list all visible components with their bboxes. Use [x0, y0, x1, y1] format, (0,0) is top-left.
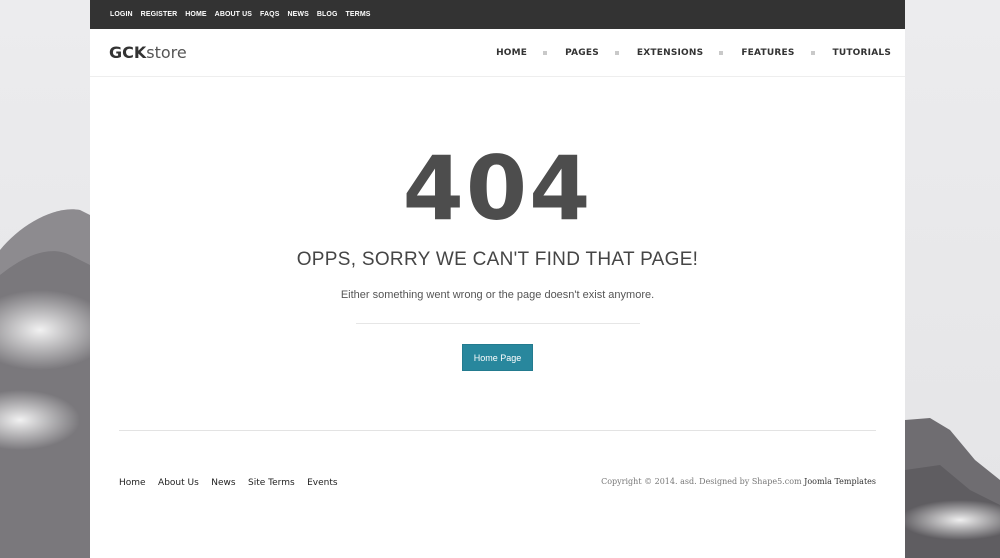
copyright-text: Copyright © 2014. asd. Designed by Shape… [601, 476, 802, 486]
joomla-templates-link[interactable]: Joomla Templates [804, 477, 876, 486]
nav-item-pages[interactable]: PAGES [565, 48, 599, 58]
content-divider [355, 323, 640, 324]
logo-bold-text: GCK [109, 43, 147, 62]
nav-separator [543, 50, 548, 55]
site-footer: Home About Us News Site Terms Events Cop… [119, 472, 876, 490]
error-message: Either something went wrong or the page … [340, 289, 655, 301]
error-heading: OPPS, SORRY WE CAN'T FIND THAT PAGE! [296, 249, 699, 270]
footer-links: Home About Us News Site Terms Events [119, 472, 346, 490]
site-header: GCKstore HOME PAGES EXTENSIONS FEATURES … [90, 29, 905, 77]
home-page-button[interactable]: Home Page [462, 344, 533, 371]
nav-item-tutorials[interactable]: TUTORIALS [833, 48, 892, 58]
topbar-link-home[interactable]: HOME [185, 11, 206, 18]
topbar-link-faqs[interactable]: FAQS [260, 11, 279, 18]
main-navigation: HOME PAGES EXTENSIONS FEATURES TUTORIALS [496, 48, 891, 58]
error-code: 404 [402, 137, 593, 240]
footer-divider [119, 430, 876, 431]
top-utility-bar: LOGIN REGISTER HOME ABOUT US FAQS NEWS B… [90, 0, 905, 29]
footer-link-news[interactable]: News [211, 478, 235, 488]
nav-item-features[interactable]: FEATURES [741, 48, 794, 58]
logo-light-text: store [146, 43, 187, 62]
topbar-link-login[interactable]: LOGIN [110, 11, 133, 18]
nav-separator [719, 50, 724, 55]
topbar-link-about-us[interactable]: ABOUT US [215, 11, 252, 18]
topbar-link-register[interactable]: REGISTER [141, 11, 178, 18]
footer-link-home[interactable]: Home [119, 478, 146, 488]
footer-link-about-us[interactable]: About Us [158, 478, 199, 488]
copyright-notice: Copyright © 2014. asd. Designed by Shape… [601, 477, 876, 486]
footer-link-events[interactable]: Events [307, 478, 337, 488]
nav-item-extensions[interactable]: EXTENSIONS [637, 48, 703, 58]
nav-item-home[interactable]: HOME [496, 48, 527, 58]
error-content: 404 OPPS, SORRY WE CAN'T FIND THAT PAGE!… [90, 139, 905, 371]
nav-separator [614, 50, 619, 55]
page-container: LOGIN REGISTER HOME ABOUT US FAQS NEWS B… [90, 0, 905, 558]
site-logo[interactable]: GCKstore [109, 43, 187, 62]
nav-separator [810, 50, 815, 55]
topbar-link-blog[interactable]: BLOG [317, 11, 338, 18]
topbar-link-terms[interactable]: TERMS [346, 11, 371, 18]
footer-link-site-terms[interactable]: Site Terms [248, 478, 295, 488]
topbar-link-news[interactable]: NEWS [288, 11, 309, 18]
